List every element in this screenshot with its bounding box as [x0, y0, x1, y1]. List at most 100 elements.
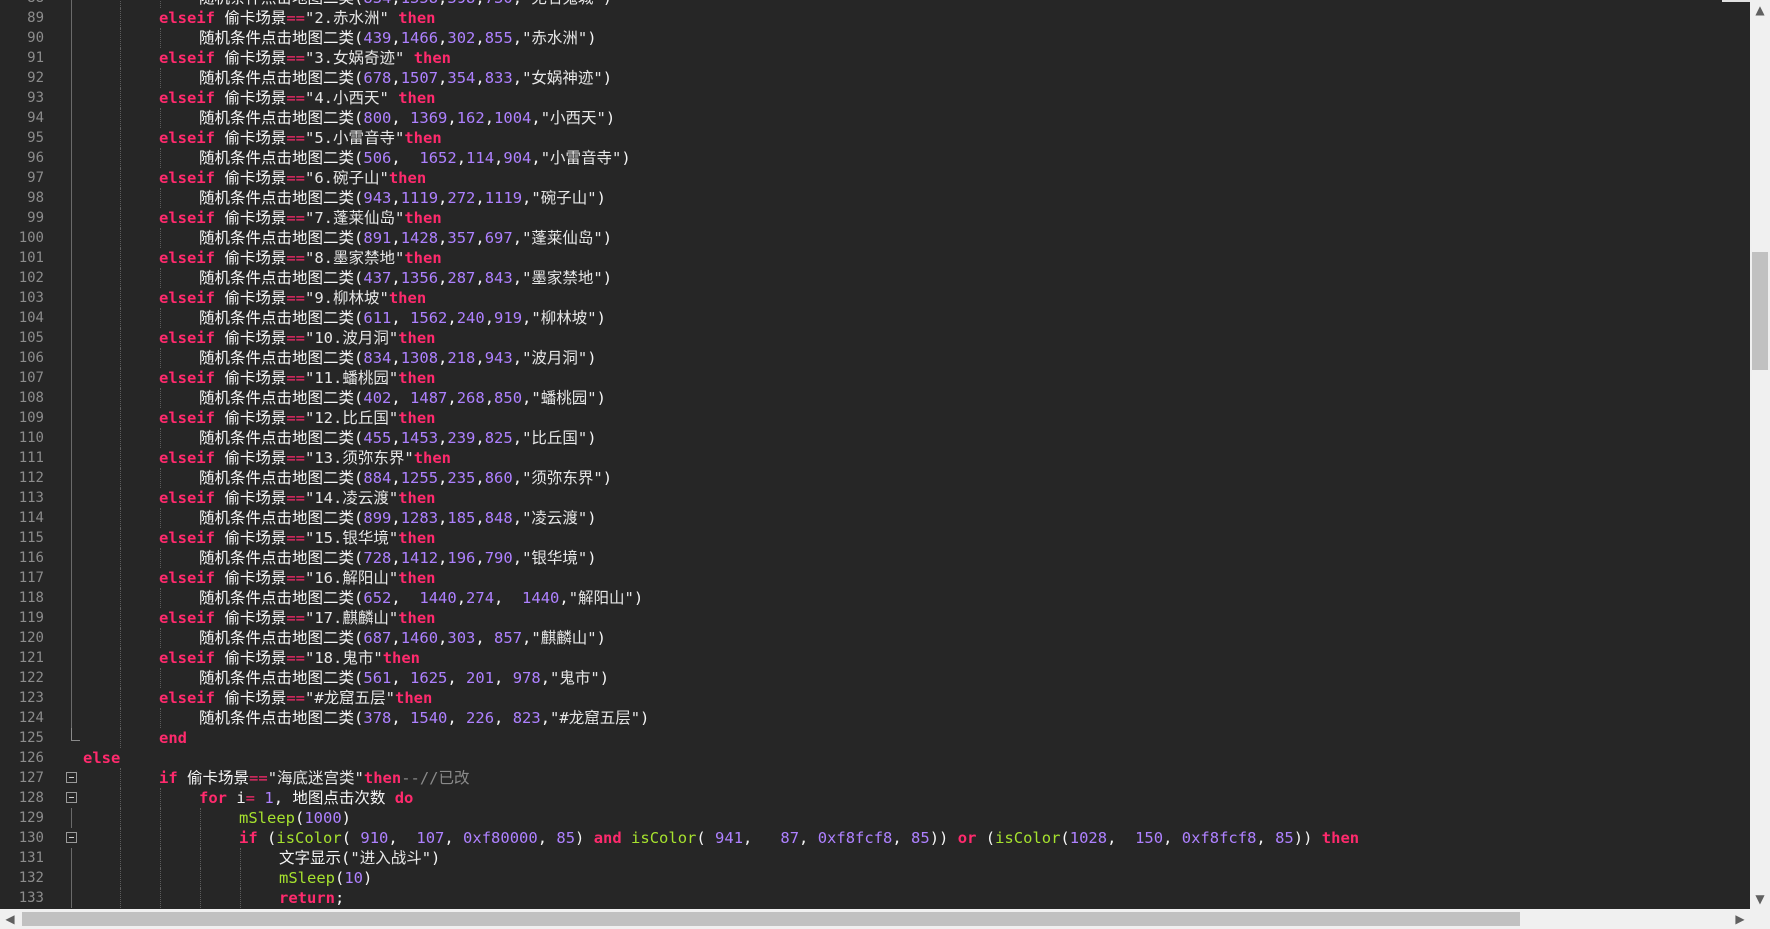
code-text[interactable]: elseif 偷卡场景=="9.柳林坡"then — [159, 288, 426, 308]
code-line[interactable]: 118 随机条件点击地图二类(652, 1440,274, 1440,"解阳山") — [0, 588, 1750, 608]
fold-toggle-icon[interactable] — [66, 792, 77, 803]
code-text[interactable]: 随机条件点击地图二类(506, 1652,114,904,"小雷音寺") — [199, 148, 631, 168]
code-text[interactable]: elseif 偷卡场景=="11.蟠桃园"then — [159, 368, 436, 388]
code-line[interactable]: 105 elseif 偷卡场景=="10.波月洞"then — [0, 328, 1750, 348]
code-line[interactable]: 127 if 偷卡场景=="海底迷宫类"then--//已改 — [0, 768, 1750, 788]
code-line[interactable]: 111 elseif 偷卡场景=="13.须弥东界"then — [0, 448, 1750, 468]
code-text[interactable]: elseif 偷卡场景=="12.比丘国"then — [159, 408, 436, 428]
code-line[interactable]: 126 else — [0, 748, 1750, 768]
code-text[interactable]: elseif 偷卡场景=="15.银华境"then — [159, 528, 436, 548]
scroll-down-arrow-icon[interactable]: ▼ — [1750, 889, 1770, 909]
scroll-right-arrow-icon[interactable]: ▶ — [1730, 909, 1750, 929]
code-line[interactable]: 107 elseif 偷卡场景=="11.蟠桃园"then — [0, 368, 1750, 388]
code-text[interactable]: 随机条件点击地图二类(834,1358,398,730,"无名鬼城") — [199, 0, 612, 8]
code-text[interactable]: elseif 偷卡场景=="13.须弥东界"then — [159, 448, 451, 468]
horizontal-scrollbar[interactable]: ◀ ▶ — [0, 909, 1770, 929]
code-line[interactable]: 99 elseif 偷卡场景=="7.蓬莱仙岛"then — [0, 208, 1750, 228]
code-line[interactable]: 102 随机条件点击地图二类(437,1356,287,843,"墨家禁地") — [0, 268, 1750, 288]
code-line[interactable]: 98 随机条件点击地图二类(943,1119,272,1119,"碗子山") — [0, 188, 1750, 208]
code-line[interactable]: 103 elseif 偷卡场景=="9.柳林坡"then — [0, 288, 1750, 308]
code-line[interactable]: 131 文字显示("进入战斗") — [0, 848, 1750, 868]
code-text[interactable]: elseif 偷卡场景=="6.碗子山"then — [159, 168, 426, 188]
code-line[interactable]: 96 随机条件点击地图二类(506, 1652,114,904,"小雷音寺") — [0, 148, 1750, 168]
code-text[interactable]: 随机条件点击地图二类(891,1428,357,697,"蓬莱仙岛") — [199, 228, 612, 248]
code-line[interactable]: 106 随机条件点击地图二类(834,1308,218,943,"波月洞") — [0, 348, 1750, 368]
fold-toggle-icon[interactable] — [66, 832, 77, 843]
code-text[interactable]: 随机条件点击地图二类(800, 1369,162,1004,"小西天") — [199, 108, 615, 128]
code-text[interactable]: 随机条件点击地图二类(728,1412,196,790,"银华境") — [199, 548, 597, 568]
code-text[interactable]: 随机条件点击地图二类(678,1507,354,833,"女娲神迹") — [199, 68, 612, 88]
code-line[interactable]: 120 随机条件点击地图二类(687,1460,303, 857,"麒麟山") — [0, 628, 1750, 648]
code-text[interactable]: elseif 偷卡场景=="#龙窟五层"then — [159, 688, 432, 708]
code-text[interactable]: if 偷卡场景=="海底迷宫类"then--//已改 — [159, 768, 470, 788]
code-line[interactable]: 91 elseif 偷卡场景=="3.女娲奇迹" then — [0, 48, 1750, 68]
code-text[interactable]: else — [83, 748, 120, 768]
vertical-scroll-thumb[interactable] — [1752, 252, 1768, 370]
code-line[interactable]: 116 随机条件点击地图二类(728,1412,196,790,"银华境") — [0, 548, 1750, 568]
code-text[interactable]: 随机条件点击地图二类(884,1255,235,860,"须弥东界") — [199, 468, 612, 488]
code-line[interactable]: 100 随机条件点击地图二类(891,1428,357,697,"蓬莱仙岛") — [0, 228, 1750, 248]
code-line[interactable]: 122 随机条件点击地图二类(561, 1625, 201, 978,"鬼市") — [0, 668, 1750, 688]
code-text[interactable]: elseif 偷卡场景=="14.凌云渡"then — [159, 488, 436, 508]
code-text[interactable]: elseif 偷卡场景=="17.麒麟山"then — [159, 608, 436, 628]
code-text[interactable]: 随机条件点击地图二类(561, 1625, 201, 978,"鬼市") — [199, 668, 609, 688]
code-text[interactable]: 随机条件点击地图二类(687,1460,303, 857,"麒麟山") — [199, 628, 606, 648]
code-text[interactable]: elseif 偷卡场景=="16.解阳山"then — [159, 568, 436, 588]
code-line[interactable]: 115 elseif 偷卡场景=="15.银华境"then — [0, 528, 1750, 548]
code-text[interactable]: if (isColor( 910, 107, 0xf80000, 85) and… — [239, 828, 1359, 848]
code-line[interactable]: 88随机条件点击地图二类(834,1358,398,730,"无名鬼城") — [0, 0, 1750, 8]
code-text[interactable]: elseif 偷卡场景=="2.赤水洲" then — [159, 8, 436, 28]
code-line[interactable]: 117 elseif 偷卡场景=="16.解阳山"then — [0, 568, 1750, 588]
code-line[interactable]: 109 elseif 偷卡场景=="12.比丘国"then — [0, 408, 1750, 428]
horizontal-scroll-thumb[interactable] — [22, 912, 1520, 926]
code-text[interactable]: elseif 偷卡场景=="18.鬼市"then — [159, 648, 420, 668]
code-text[interactable]: elseif 偷卡场景=="3.女娲奇迹" then — [159, 48, 451, 68]
code-text[interactable]: return; — [279, 888, 344, 908]
code-line[interactable]: 124 随机条件点击地图二类(378, 1540, 226, 823,"#龙窟五层… — [0, 708, 1750, 728]
code-line[interactable]: 129 mSleep(1000) — [0, 808, 1750, 828]
code-line[interactable]: 128 for i= 1, 地图点击次数 do — [0, 788, 1750, 808]
code-line[interactable]: 93 elseif 偷卡场景=="4.小西天" then — [0, 88, 1750, 108]
code-text[interactable]: 随机条件点击地图二类(439,1466,302,855,"赤水洲") — [199, 28, 597, 48]
scroll-left-arrow-icon[interactable]: ◀ — [0, 909, 20, 929]
code-text[interactable]: 文字显示("进入战斗") — [279, 848, 440, 868]
code-text[interactable]: elseif 偷卡场景=="10.波月洞"then — [159, 328, 436, 348]
code-text[interactable]: elseif 偷卡场景=="4.小西天" then — [159, 88, 436, 108]
code-editor[interactable]: 88随机条件点击地图二类(834,1358,398,730,"无名鬼城")89e… — [0, 0, 1750, 909]
code-text[interactable]: 随机条件点击地图二类(943,1119,272,1119,"碗子山") — [199, 188, 606, 208]
code-line[interactable]: 90 随机条件点击地图二类(439,1466,302,855,"赤水洲") — [0, 28, 1750, 48]
code-text[interactable]: 随机条件点击地图二类(437,1356,287,843,"墨家禁地") — [199, 268, 612, 288]
code-line[interactable]: 113 elseif 偷卡场景=="14.凌云渡"then — [0, 488, 1750, 508]
code-line[interactable]: 133 return; — [0, 888, 1750, 908]
code-text[interactable]: 随机条件点击地图二类(611, 1562,240,919,"柳林坡") — [199, 308, 606, 328]
code-text[interactable]: 随机条件点击地图二类(834,1308,218,943,"波月洞") — [199, 348, 597, 368]
code-line[interactable]: 123 elseif 偷卡场景=="#龙窟五层"then — [0, 688, 1750, 708]
code-line[interactable]: 114 随机条件点击地图二类(899,1283,185,848,"凌云渡") — [0, 508, 1750, 528]
code-text[interactable]: 随机条件点击地图二类(899,1283,185,848,"凌云渡") — [199, 508, 597, 528]
code-line[interactable]: 108 随机条件点击地图二类(402, 1487,268,850,"蟠桃园") — [0, 388, 1750, 408]
code-text[interactable]: 随机条件点击地图二类(378, 1540, 226, 823,"#龙窟五层") — [199, 708, 649, 728]
scroll-up-arrow-icon[interactable]: ▲ — [1750, 0, 1770, 20]
vertical-scrollbar[interactable]: ▲ ▼ — [1750, 0, 1770, 909]
code-text[interactable]: 随机条件点击地图二类(455,1453,239,825,"比丘国") — [199, 428, 597, 448]
code-text[interactable]: mSleep(10) — [279, 868, 372, 888]
code-text[interactable]: 随机条件点击地图二类(652, 1440,274, 1440,"解阳山") — [199, 588, 643, 608]
code-text[interactable]: 随机条件点击地图二类(402, 1487,268,850,"蟠桃园") — [199, 388, 606, 408]
code-text[interactable]: elseif 偷卡场景=="8.墨家禁地"then — [159, 248, 442, 268]
code-text[interactable]: elseif 偷卡场景=="7.蓬莱仙岛"then — [159, 208, 442, 228]
code-line[interactable]: 119 elseif 偷卡场景=="17.麒麟山"then — [0, 608, 1750, 628]
code-line[interactable]: 95 elseif 偷卡场景=="5.小雷音寺"then — [0, 128, 1750, 148]
code-text[interactable]: for i= 1, 地图点击次数 do — [199, 788, 413, 808]
code-line[interactable]: 110 随机条件点击地图二类(455,1453,239,825,"比丘国") — [0, 428, 1750, 448]
code-line[interactable]: 125 end — [0, 728, 1750, 748]
code-line[interactable]: 101 elseif 偷卡场景=="8.墨家禁地"then — [0, 248, 1750, 268]
code-line[interactable]: 130 if (isColor( 910, 107, 0xf80000, 85) … — [0, 828, 1750, 848]
code-text[interactable]: mSleep(1000) — [239, 808, 351, 828]
code-line[interactable]: 132 mSleep(10) — [0, 868, 1750, 888]
code-line[interactable]: 94 随机条件点击地图二类(800, 1369,162,1004,"小西天") — [0, 108, 1750, 128]
code-line[interactable]: 121 elseif 偷卡场景=="18.鬼市"then — [0, 648, 1750, 668]
code-line[interactable]: 104 随机条件点击地图二类(611, 1562,240,919,"柳林坡") — [0, 308, 1750, 328]
code-line[interactable]: 89 elseif 偷卡场景=="2.赤水洲" then — [0, 8, 1750, 28]
code-line[interactable]: 112 随机条件点击地图二类(884,1255,235,860,"须弥东界") — [0, 468, 1750, 488]
code-line[interactable]: 92 随机条件点击地图二类(678,1507,354,833,"女娲神迹") — [0, 68, 1750, 88]
